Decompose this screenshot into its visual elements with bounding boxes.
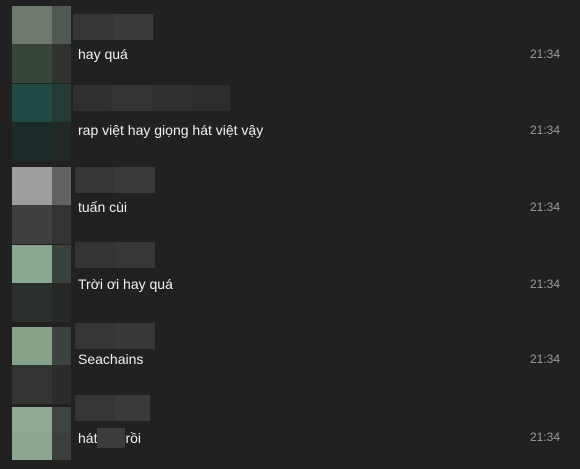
chat-message: hay quá 21:34 — [0, 6, 580, 83]
message-text: Trời ơi hay quá — [78, 276, 173, 292]
chat-message: Trời ơi hay quá 21:34 — [0, 242, 580, 322]
avatar-pixel — [52, 245, 71, 283]
avatar-pixel — [52, 44, 71, 83]
message-text-part: hát — [78, 430, 98, 446]
inline-redaction — [97, 428, 126, 448]
avatar[interactable] — [12, 407, 71, 460]
avatar-pixel — [12, 245, 52, 283]
avatar-pixel — [52, 283, 71, 322]
avatar-pixel — [52, 407, 71, 433]
message-text: hay quá — [78, 46, 128, 62]
avatar-pixel — [12, 283, 52, 322]
avatar-pixel — [12, 122, 52, 161]
redaction-block — [111, 85, 151, 111]
avatar[interactable] — [12, 6, 71, 83]
message-timestamp: 21:34 — [529, 352, 560, 366]
avatar-pixel — [12, 433, 52, 460]
avatar-pixel — [12, 84, 52, 122]
avatar-pixel — [12, 407, 52, 433]
redaction-block — [73, 85, 111, 111]
message-text: tuấn cùi — [78, 199, 128, 215]
chat-message-list: hay quá 21:34 rap việt hay giọng hát việ… — [0, 0, 580, 469]
chat-message: hát rồi 21:34 — [0, 393, 580, 469]
avatar-pixel — [12, 167, 52, 205]
message-timestamp: 21:34 — [529, 47, 560, 61]
avatar-pixel — [52, 6, 71, 44]
message-text-part: rồi — [125, 430, 142, 446]
avatar-pixel — [52, 205, 71, 244]
avatar-pixel — [52, 433, 71, 460]
avatar-pixel — [52, 84, 71, 122]
redaction-block — [115, 395, 150, 421]
chat-message: tuấn cùi 21:34 — [0, 167, 580, 244]
redaction-block — [115, 323, 155, 349]
avatar-pixel — [52, 167, 71, 205]
redaction-block — [75, 242, 115, 268]
message-timestamp: 21:34 — [529, 277, 560, 291]
avatar[interactable] — [12, 167, 71, 244]
avatar[interactable] — [12, 245, 71, 322]
avatar-pixel — [52, 122, 71, 161]
redaction-block — [113, 14, 153, 40]
message-text: Seachains — [78, 351, 144, 367]
redaction-block — [191, 85, 230, 111]
redaction-block — [75, 395, 115, 421]
chat-message: rap việt hay giọng hát việt vậy 21:34 — [0, 84, 580, 161]
avatar-pixel — [12, 327, 52, 365]
avatar-pixel — [12, 205, 52, 244]
message-text: hát rồi — [78, 428, 141, 448]
redaction-block — [115, 167, 155, 193]
avatar-pixel — [12, 6, 52, 44]
redaction-block — [75, 323, 115, 349]
avatar[interactable] — [12, 84, 71, 161]
message-timestamp: 21:34 — [529, 430, 560, 444]
avatar-pixel — [52, 327, 71, 365]
redaction-block — [151, 85, 191, 111]
message-timestamp: 21:34 — [529, 123, 560, 137]
avatar-pixel — [12, 44, 52, 83]
redaction-block — [75, 167, 115, 193]
message-timestamp: 21:34 — [529, 200, 560, 214]
message-text: rap việt hay giọng hát việt vậy — [78, 122, 264, 138]
redaction-block — [115, 242, 155, 268]
redaction-block — [73, 14, 113, 40]
